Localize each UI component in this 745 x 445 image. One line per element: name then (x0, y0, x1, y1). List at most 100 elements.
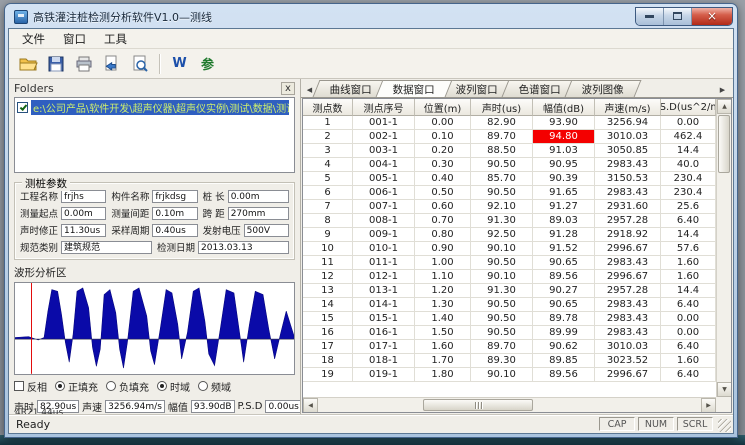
folders-tree[interactable]: e:\公司产品\软件开发\超声仪器\超声仪实例\测试\数据\测试cd\p003\… (14, 97, 295, 173)
menu-item-0[interactable]: 文件 (13, 29, 54, 49)
table-row[interactable]: 11011-11.0090.5090.652983.431.60 (303, 256, 716, 270)
table-row[interactable]: 5005-10.4085.7090.393150.53230.4 (303, 172, 716, 186)
menu-item-2[interactable]: 工具 (95, 29, 136, 49)
table-row[interactable]: 13013-11.2091.3090.272957.2814.4 (303, 284, 716, 298)
tree-item[interactable]: e:\公司产品\软件开发\超声仪器\超声仪实例\测试\数据\测试cd\p003\… (17, 100, 292, 115)
control-radio[interactable]: 频域 (198, 379, 231, 394)
preview-button[interactable] (127, 52, 152, 76)
control-radio[interactable]: 负填充 (106, 379, 149, 394)
parameter-input[interactable]: 270mm (228, 207, 289, 220)
resize-grip[interactable] (718, 419, 731, 432)
parameter-input[interactable]: frjkdsg (152, 190, 197, 203)
table-cell: 10 (303, 242, 353, 256)
close-button[interactable]: × (692, 8, 732, 25)
table-row[interactable]: 9009-10.8092.5091.282918.9214.4 (303, 228, 716, 242)
app-window: 高铁灌注桩检测分析软件V1.0—测线 × 文件窗口工具 (5, 4, 737, 437)
table-row[interactable]: 6006-10.5090.5091.652983.43230.4 (303, 186, 716, 200)
parameter-label: 桩 长 (203, 189, 225, 203)
scroll-down-arrow[interactable]: ▼ (717, 382, 732, 397)
parameter-input[interactable]: 500V (244, 224, 289, 237)
parameters-button[interactable]: 参 (195, 52, 220, 76)
scroll-left-arrow[interactable]: ◀ (303, 398, 318, 413)
table-row[interactable]: 10010-10.9090.1091.522996.6757.6 (303, 242, 716, 256)
column-header[interactable]: 声速(m/s) (595, 99, 661, 116)
column-header[interactable]: 位置(m) (415, 99, 471, 116)
table-cell: 91.03 (533, 144, 595, 158)
parameter-input[interactable]: 建筑规范 (61, 241, 152, 254)
column-header[interactable]: 测点序号 (353, 99, 415, 116)
maximize-button[interactable] (664, 8, 692, 25)
export-button[interactable] (99, 52, 124, 76)
table-row[interactable]: 12012-11.1090.1089.562996.671.60 (303, 270, 716, 284)
parameter-input[interactable]: 0.10m (152, 207, 197, 220)
table-row[interactable]: 1001-10.0082.9093.903256.940.00 (303, 116, 716, 130)
selected-file-path[interactable]: e:\公司产品\软件开发\超声仪器\超声仪实例\测试\数据\测试cd\p003\… (31, 100, 289, 115)
table-row[interactable]: 19019-11.8090.1089.562996.676.40 (303, 368, 716, 382)
checkbox-unchecked-icon[interactable] (14, 381, 24, 391)
parameter-input[interactable]: 11.30us (61, 224, 106, 237)
table-row[interactable]: 17017-11.6089.7090.623010.036.40 (303, 340, 716, 354)
parameter-input[interactable]: 2013.03.13 (198, 241, 289, 254)
checkbox-checked[interactable] (17, 102, 28, 113)
minimize-button[interactable] (636, 8, 664, 25)
table-cell: 1.20 (415, 284, 471, 298)
table-row[interactable]: 16016-11.5090.5089.992983.430.00 (303, 326, 716, 340)
radio-checked-icon[interactable] (157, 381, 167, 391)
column-header[interactable]: 声时(us) (471, 99, 533, 116)
control-checkbox[interactable]: 反相 (14, 379, 47, 394)
column-header[interactable]: 幅值(dB) (533, 99, 595, 116)
table-row[interactable]: 7007-10.6092.1091.272931.6025.6 (303, 200, 716, 214)
tab-scroll-right-button[interactable]: ▶ (716, 82, 729, 97)
radio-unchecked-icon[interactable] (106, 381, 116, 391)
table-cell: 90.65 (533, 256, 595, 270)
horizontal-scrollbar[interactable]: ◀ ▶ (303, 397, 716, 412)
menu-item-1[interactable]: 窗口 (54, 29, 95, 49)
tab-label: 波列图像 (582, 82, 624, 97)
radio-unchecked-icon[interactable] (198, 381, 208, 391)
tab-4[interactable]: 波列图像 (565, 80, 642, 97)
panel-close-button[interactable]: x (281, 82, 295, 95)
table-cell: 90.27 (533, 284, 595, 298)
table-cell: 90.50 (471, 312, 533, 326)
column-header[interactable]: 测点数 (303, 99, 353, 116)
vertical-scroll-thumb[interactable] (718, 115, 730, 173)
parameter-input[interactable]: frjhs (61, 190, 106, 203)
open-button[interactable] (15, 52, 40, 76)
radio-checked-icon[interactable] (55, 381, 65, 391)
parameter-input[interactable]: 0.00m (61, 207, 106, 220)
parameter-input[interactable]: 0.40us (152, 224, 197, 237)
column-header[interactable]: P.S.D(us^2/m) (661, 99, 716, 116)
control-label: 负填充 (119, 379, 149, 394)
parameter-input[interactable]: 0.00m (228, 190, 289, 203)
scroll-up-arrow[interactable]: ▲ (717, 99, 732, 114)
control-radio[interactable]: 时域 (157, 379, 190, 394)
word-export-button[interactable]: W (167, 52, 192, 76)
save-button[interactable] (43, 52, 68, 76)
table-cell: 0.40 (415, 172, 471, 186)
control-radio[interactable]: 正填充 (55, 379, 98, 394)
waveform-plot[interactable] (14, 282, 295, 375)
table-row[interactable]: 2002-10.1089.7094.803010.03462.4 (303, 130, 716, 144)
table-cell: 14 (303, 298, 353, 312)
scroll-right-arrow[interactable]: ▶ (701, 398, 716, 413)
table-row[interactable]: 4004-10.3090.5090.952983.4340.0 (303, 158, 716, 172)
thumb-grip (481, 402, 482, 409)
table-cell: 3010.03 (595, 340, 661, 354)
table-cell: 005-1 (353, 172, 415, 186)
table-cell: 1.40 (415, 312, 471, 326)
table-row[interactable]: 8008-10.7091.3089.032957.286.40 (303, 214, 716, 228)
title-bar[interactable]: 高铁灌注桩检测分析软件V1.0—测线 × (8, 4, 734, 28)
table-row[interactable]: 3003-10.2088.5091.033050.8514.4 (303, 144, 716, 158)
table-row[interactable]: 18018-11.7089.3089.853023.521.60 (303, 354, 716, 368)
table-cell: 2983.43 (595, 186, 661, 200)
horizontal-scroll-thumb[interactable] (423, 399, 533, 411)
tab-label: 波列窗口 (456, 82, 498, 97)
table-row[interactable]: 14014-11.3090.5090.652983.436.40 (303, 298, 716, 312)
print-button[interactable] (71, 52, 96, 76)
tab-label: 曲线窗口 (330, 82, 372, 97)
tab-1[interactable]: 数据窗口 (376, 80, 453, 97)
table-cell: 91.30 (471, 284, 533, 298)
vertical-scrollbar[interactable]: ▲ ▼ (716, 99, 731, 397)
table-row[interactable]: 15015-11.4090.5089.782983.430.00 (303, 312, 716, 326)
menu-bar: 文件窗口工具 (9, 29, 733, 49)
